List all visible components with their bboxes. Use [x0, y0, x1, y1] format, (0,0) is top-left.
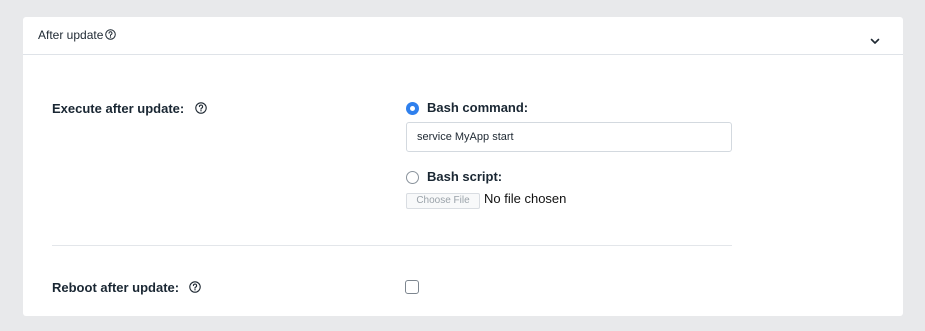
divider	[52, 245, 732, 246]
bash-command-radio[interactable]	[406, 102, 419, 115]
execute-after-update-label: Execute after update:	[52, 101, 185, 116]
bash-command-input[interactable]	[406, 122, 732, 152]
help-icon[interactable]	[195, 102, 207, 114]
panel-title: After update	[38, 28, 104, 42]
bash-script-radio[interactable]	[406, 171, 419, 184]
reboot-checkbox[interactable]	[405, 280, 419, 294]
bash-command-label: Bash command:	[427, 100, 529, 115]
choose-file-button[interactable]: Choose File	[406, 193, 480, 209]
reboot-after-update-label: Reboot after update:	[52, 280, 180, 295]
help-icon[interactable]	[105, 29, 116, 40]
chevron-down-icon[interactable]	[870, 32, 880, 50]
panel-header[interactable]: After update	[23, 17, 903, 55]
bash-script-label: Bash script:	[427, 169, 503, 184]
after-update-panel: After update Execute after update: Bash …	[23, 17, 903, 316]
help-icon[interactable]	[189, 281, 201, 293]
file-status-text: No file chosen	[484, 191, 567, 206]
